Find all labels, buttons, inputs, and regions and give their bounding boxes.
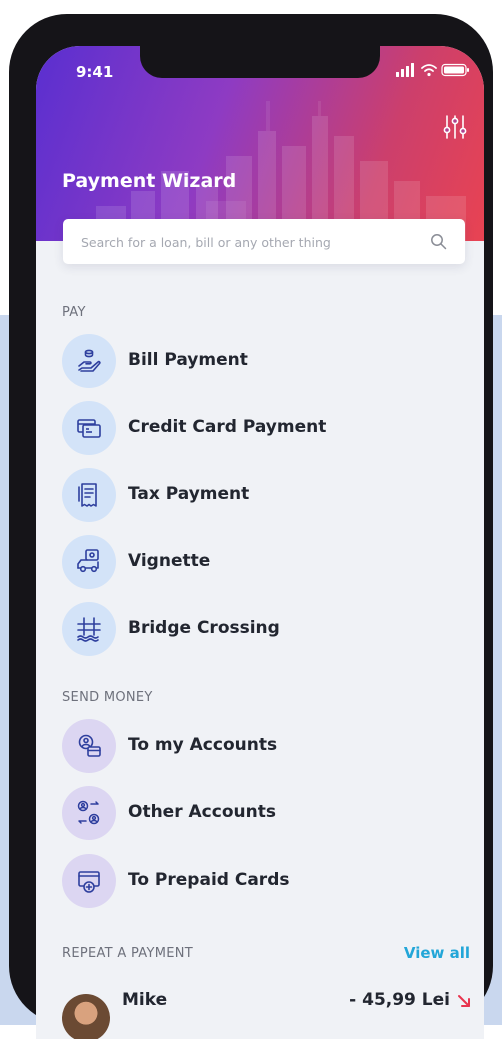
menu-item-vignette[interactable]: Vignette	[58, 535, 458, 591]
filter-button[interactable]	[440, 112, 470, 142]
icon-circle	[62, 786, 116, 840]
menu-item-label: To Prepaid Cards	[128, 870, 290, 890]
menu-item-label: Bill Payment	[128, 350, 248, 370]
search-icon[interactable]	[430, 233, 447, 250]
menu-item-label: Tax Payment	[128, 484, 250, 504]
menu-item-label: To my Accounts	[128, 735, 278, 755]
menu-item-to-my-accounts[interactable]: To my Accounts	[58, 719, 458, 775]
menu-item-other-accounts[interactable]: Other Accounts	[58, 786, 458, 842]
search-input[interactable]	[79, 219, 413, 266]
menu-item-bill-payment[interactable]: Bill Payment	[58, 334, 458, 390]
menu-item-bridge-crossing[interactable]: Bridge Crossing	[58, 602, 458, 658]
icon-circle	[62, 854, 116, 908]
phone-screen: 9:41 Payment Wizard Search for a loan, b…	[36, 46, 484, 1039]
section-label-repeat-payment: REPEAT A PAYMENT	[62, 946, 194, 961]
icon-circle	[62, 401, 116, 455]
hand-coins-icon	[78, 349, 101, 372]
phone-notch	[140, 46, 380, 78]
menu-item-label: Other Accounts	[128, 802, 276, 822]
icon-circle	[62, 468, 116, 522]
menu-item-label: Bridge Crossing	[128, 618, 280, 638]
section-label-send-money: SEND MONEY	[62, 690, 153, 705]
icon-circle	[62, 535, 116, 589]
arrow-down-right-icon	[458, 995, 470, 1007]
menu-item-to-prepaid-cards[interactable]: To Prepaid Cards	[58, 854, 458, 910]
icon-circle	[62, 719, 116, 773]
icon-circle	[62, 334, 116, 388]
receipt-icon	[78, 483, 97, 507]
sliders-icon	[443, 115, 467, 139]
search-bar	[63, 219, 465, 266]
account-transfer-icon	[78, 734, 101, 757]
payment-amount: - 45,99 Lei	[349, 990, 450, 1010]
phone-frame: 9:41 Payment Wizard Search for a loan, b…	[9, 14, 493, 1039]
status-time: 9:41	[76, 63, 114, 81]
bridge-icon	[77, 617, 101, 642]
icon-circle	[62, 602, 116, 656]
status-bar-icons	[396, 63, 469, 77]
menu-item-tax-payment[interactable]: Tax Payment	[58, 468, 458, 524]
credit-card-icon	[77, 419, 101, 438]
people-exchange-icon	[77, 800, 100, 825]
menu-item-label: Credit Card Payment	[128, 417, 327, 437]
page-title: Payment Wizard	[62, 170, 237, 192]
recipient-name: Mike	[122, 990, 168, 1010]
section-label-pay: PAY	[62, 305, 86, 320]
menu-item-label: Vignette	[128, 551, 211, 571]
repeat-payment-row[interactable]: Mike - 45,99 Lei	[58, 986, 478, 1039]
car-sticker-icon	[77, 549, 99, 573]
prepaid-card-icon	[78, 871, 100, 893]
header: 9:41 Payment Wizard	[36, 46, 484, 241]
view-all-link[interactable]: View all	[404, 944, 470, 962]
avatar	[62, 994, 110, 1039]
menu-item-credit-card-payment[interactable]: Credit Card Payment	[58, 401, 458, 457]
